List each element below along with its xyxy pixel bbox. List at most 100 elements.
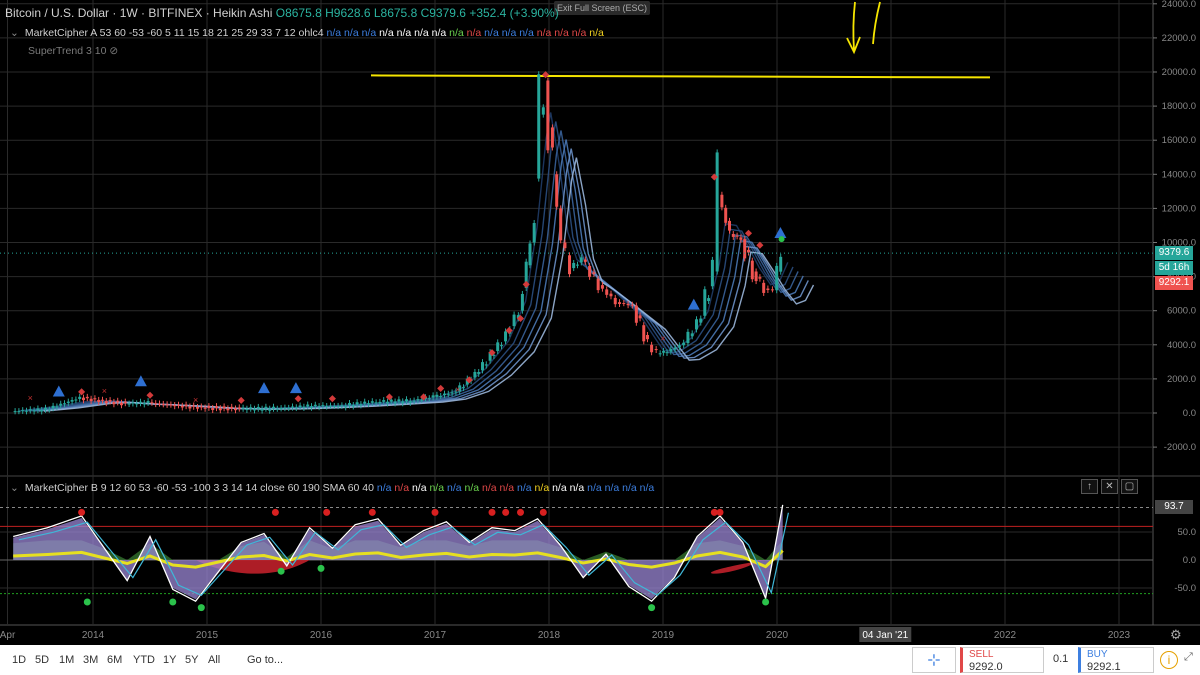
candle-body bbox=[710, 259, 714, 287]
timeframe-ytd[interactable]: YTD bbox=[133, 654, 155, 666]
goto-button[interactable]: Go to... bbox=[247, 654, 283, 666]
settings-gear-icon[interactable]: ⚙ bbox=[1170, 627, 1182, 642]
indicator-b-value: n/a bbox=[461, 482, 480, 494]
candle-body bbox=[146, 401, 150, 403]
candle-body bbox=[196, 407, 199, 409]
maximize-pane-button[interactable]: ▢ bbox=[1121, 479, 1138, 494]
candle-body bbox=[427, 398, 431, 400]
chart-background bbox=[0, 0, 1200, 645]
candle-body bbox=[520, 293, 524, 311]
candle-body bbox=[245, 408, 249, 411]
timeframe-5d[interactable]: 5D bbox=[35, 654, 49, 666]
x-tick-label: 2022 bbox=[994, 630, 1017, 641]
indicator-a-value: n/a bbox=[376, 27, 394, 39]
candle-body bbox=[405, 399, 408, 402]
candle-body bbox=[101, 399, 104, 401]
symbol-title: Bitcoin / U.S. Dollar · 1W · BITFINEX · … bbox=[5, 6, 273, 20]
sell-button[interactable]: SELL 9292.0 bbox=[960, 647, 1044, 673]
y-tick-label: -2000.0 bbox=[1164, 442, 1196, 453]
candle-body bbox=[158, 403, 161, 405]
candle-body bbox=[735, 235, 739, 237]
candle-body bbox=[59, 403, 63, 406]
timeframe-3m[interactable]: 3M bbox=[83, 654, 98, 666]
candle-body bbox=[416, 399, 420, 401]
candle-body bbox=[484, 364, 488, 366]
timeframe-1m[interactable]: 1M bbox=[59, 654, 74, 666]
candle-body bbox=[412, 400, 416, 402]
candle-body bbox=[378, 401, 382, 404]
candle-body bbox=[743, 239, 747, 259]
candle-body bbox=[592, 272, 596, 274]
candle-body bbox=[306, 404, 310, 407]
timeframe-5y[interactable]: 5Y bbox=[185, 654, 198, 666]
candle-body bbox=[658, 353, 662, 355]
eye-hidden-icon[interactable]: ⊘ bbox=[109, 45, 118, 57]
bottom-toolbar: 1D 5D 1M 3M 6M YTD 1Y 5Y All Go to... ⊹ SELL 929… bbox=[0, 645, 1200, 675]
timeframe-1y[interactable]: 1Y bbox=[163, 654, 176, 666]
indicator-b-value: n/a bbox=[531, 482, 550, 494]
candle-body bbox=[555, 174, 559, 207]
close-pane-button[interactable]: ✕ bbox=[1101, 479, 1118, 494]
candle-body bbox=[645, 334, 649, 340]
indicator-a-label: MarketCipher A 53 60 -53 -60 5 11 15 18 … bbox=[24, 27, 324, 39]
info-icon[interactable]: i bbox=[1160, 651, 1178, 669]
move-pane-up-button[interactable]: ↑ bbox=[1081, 479, 1098, 494]
ohlc-open: O8675.8 bbox=[275, 6, 322, 20]
crosshair-icon[interactable]: ⊹ bbox=[912, 647, 956, 673]
candle-body bbox=[481, 362, 484, 371]
candle-body bbox=[40, 409, 44, 412]
candle-body bbox=[298, 405, 302, 408]
chevron-down-icon[interactable]: ⌄ bbox=[10, 482, 22, 494]
indicator-b-value: n/a bbox=[426, 482, 445, 494]
candle-body bbox=[662, 351, 666, 353]
candle-body bbox=[626, 303, 630, 306]
candle-body bbox=[596, 278, 600, 291]
candle-body bbox=[462, 387, 465, 389]
candle-body bbox=[370, 401, 374, 403]
candle-body bbox=[512, 314, 516, 327]
indicator-a-value: n/a bbox=[516, 27, 534, 39]
timeframe-all[interactable]: All bbox=[208, 654, 220, 666]
candle-body bbox=[28, 409, 32, 411]
osc-sell-dot bbox=[431, 508, 439, 516]
indicator-a-value: n/a bbox=[586, 27, 604, 39]
supertrend-legend[interactable]: SuperTrend 3 10 ⊘ bbox=[28, 45, 118, 57]
cross-marker: × bbox=[193, 395, 198, 405]
candle-body bbox=[397, 399, 401, 402]
candle-body bbox=[173, 405, 177, 407]
exit-fullscreen-button[interactable]: Exit Full Screen (ESC) bbox=[554, 1, 650, 15]
x-tick-label: 2020 bbox=[766, 630, 789, 641]
candle-body bbox=[256, 406, 260, 409]
candle-body bbox=[97, 399, 101, 403]
candle-body bbox=[496, 342, 500, 352]
chart-canvas[interactable]: Apr2014201520162017201820192020202120222… bbox=[0, 0, 1200, 645]
symbol-legend: Bitcoin / U.S. Dollar · 1W · BITFINEX · … bbox=[5, 6, 559, 20]
candle-body bbox=[622, 303, 626, 305]
timeframe-6m[interactable]: 6M bbox=[107, 654, 122, 666]
candle-body bbox=[180, 405, 184, 408]
chart-area[interactable]: Apr2014201520162017201820192020202120222… bbox=[0, 0, 1200, 645]
indicator-b-legend[interactable]: ⌄ MarketCipher B 9 12 60 53 -60 -53 -100… bbox=[10, 482, 654, 494]
timeframe-1d[interactable]: 1D bbox=[12, 654, 26, 666]
pane-controls: ↑ ✕ ▢ bbox=[1081, 479, 1138, 494]
y-tick-label: 0.0 bbox=[1183, 408, 1196, 419]
buy-button[interactable]: BUY 9292.1 bbox=[1078, 647, 1154, 673]
chevron-down-icon[interactable]: ⌄ bbox=[10, 27, 22, 39]
candle-body bbox=[779, 256, 783, 272]
indicator-a-legend[interactable]: ⌄ MarketCipher A 53 60 -53 -60 5 11 15 1… bbox=[10, 27, 604, 39]
y-tick-label: 14000.0 bbox=[1162, 169, 1196, 180]
candle-body bbox=[408, 401, 412, 403]
candle-body bbox=[260, 408, 264, 411]
candle-body bbox=[576, 264, 579, 266]
candle-body bbox=[184, 404, 188, 407]
osc-sell-dot bbox=[502, 508, 510, 516]
x-tick-label: 2015 bbox=[196, 630, 219, 641]
indicator-b-value: n/a bbox=[514, 482, 532, 494]
osc-buy-dot bbox=[169, 598, 177, 606]
osc-sell-dot bbox=[78, 508, 86, 516]
expand-icon[interactable]: ⤢ bbox=[1184, 651, 1193, 664]
cross-marker: × bbox=[28, 393, 33, 403]
candle-body bbox=[226, 408, 230, 411]
candle-body bbox=[215, 406, 218, 409]
candle-body bbox=[203, 407, 207, 409]
